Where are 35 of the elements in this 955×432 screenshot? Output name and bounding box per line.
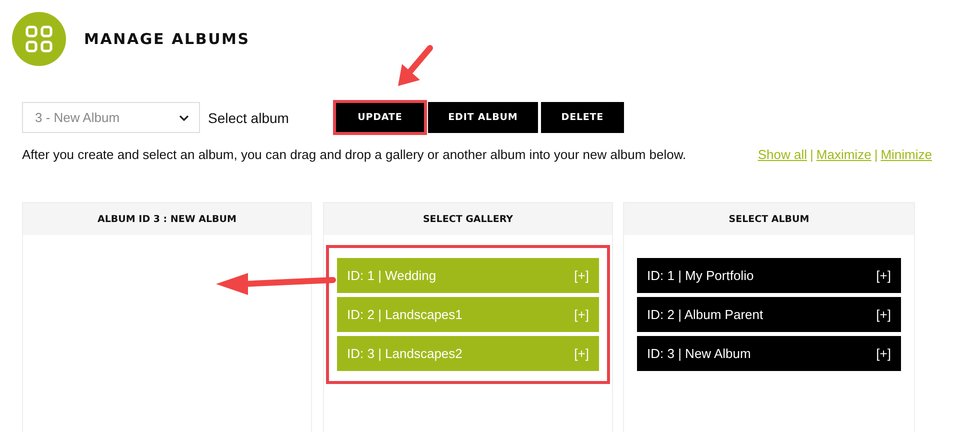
action-button[interactable]: UPDATE [334, 102, 425, 133]
panel-title: SELECT ALBUM [624, 203, 914, 235]
item-label: ID: 1 | Wedding [347, 268, 436, 283]
add-link[interactable]: [+] [574, 268, 589, 283]
link-separator: | [874, 147, 878, 162]
description-text: After you create and select an album, you can drag and drop a gallery or another album into your new album below. [22, 147, 686, 162]
draggable-item[interactable]: ID: 2 | Landscapes1 [+] [337, 297, 599, 332]
view-link[interactable]: Show all [758, 147, 808, 162]
add-link[interactable]: [+] [574, 307, 589, 322]
item-label: ID: 2 | Landscapes1 [347, 307, 462, 322]
page-title: MANAGE ALBUMS [84, 30, 250, 48]
draggable-item[interactable]: ID: 1 | Wedding [+] [337, 258, 599, 293]
item-label: ID: 2 | Album Parent [647, 307, 764, 322]
select-label: Select album [208, 110, 289, 126]
panel-title: ALBUM ID 3 : NEW ALBUM [23, 203, 311, 235]
draggable-item[interactable]: ID: 3 | Landscapes2 [+] [337, 336, 599, 371]
add-link[interactable]: [+] [876, 346, 891, 361]
link-separator: | [810, 147, 814, 162]
add-link[interactable]: [+] [876, 268, 891, 283]
chevron-down-icon [179, 114, 189, 120]
draggable-item[interactable]: ID: 3 | New Album [+] [637, 336, 901, 371]
grid-icon [12, 12, 66, 66]
action-button[interactable]: EDIT ALBUM [428, 102, 538, 133]
view-link[interactable]: Maximize [816, 147, 872, 162]
add-link[interactable]: [+] [574, 346, 589, 361]
action-button[interactable]: DELETE [540, 102, 624, 133]
item-label: ID: 1 | My Portfolio [647, 268, 754, 283]
add-link[interactable]: [+] [876, 307, 891, 322]
draggable-item[interactable]: ID: 2 | Album Parent [+] [637, 297, 901, 332]
draggable-item[interactable]: ID: 1 | My Portfolio [+] [637, 258, 901, 293]
panel-title: SELECT GALLERY [324, 203, 612, 235]
item-label: ID: 3 | New Album [647, 346, 751, 361]
album-dropdown[interactable]: 3 - New Album [22, 102, 200, 133]
item-label: ID: 3 | Landscapes2 [347, 346, 462, 361]
view-link[interactable]: Minimize [880, 147, 932, 162]
